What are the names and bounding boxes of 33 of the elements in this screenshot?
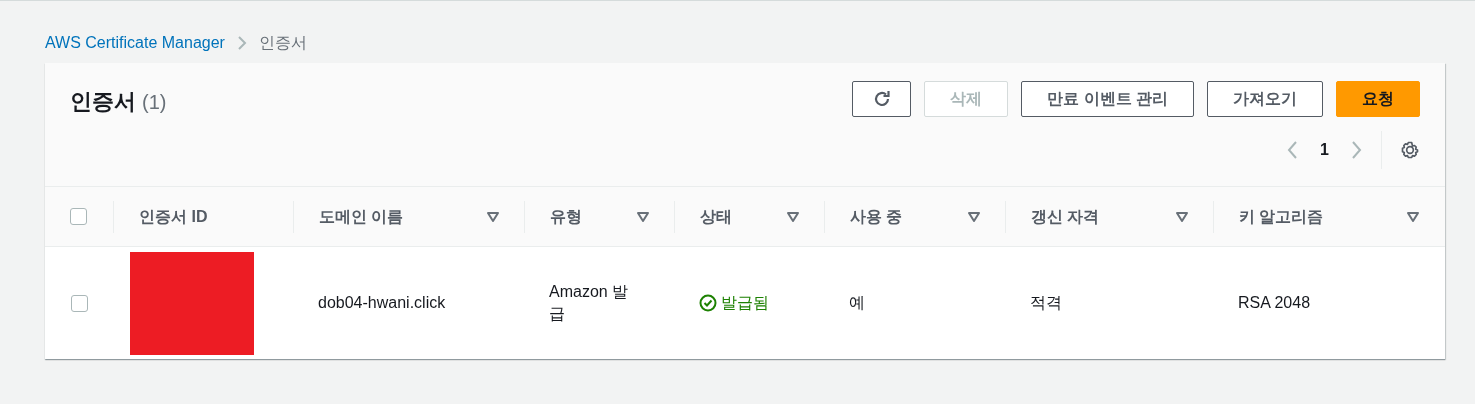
column-header[interactable]: 키 알고리즘	[1239, 204, 1324, 229]
table-cell: 예	[849, 294, 865, 311]
table-cell: RSA 2048	[1238, 294, 1311, 311]
panel-title: 인증서	[70, 88, 136, 116]
table-cell-text: Amazon 발급	[549, 282, 630, 324]
column-header: 인증서 ID	[139, 206, 208, 227]
check-circle-icon	[699, 294, 717, 312]
sort-icon[interactable]	[787, 211, 799, 222]
column-header[interactable]: 유형	[550, 204, 582, 229]
column-header[interactable]: 사용 중	[850, 204, 903, 229]
table-cell: 적격	[1030, 294, 1062, 311]
table-cell: dob04-hwani.click	[318, 294, 446, 311]
status-text: 발급됨	[721, 293, 769, 313]
checkbox[interactable]	[70, 294, 88, 312]
chevron-right-icon	[236, 35, 247, 51]
column-header[interactable]: 상태	[700, 204, 732, 229]
column-header[interactable]: 갱신 자격	[1031, 204, 1100, 229]
breadcrumb-link[interactable]: AWS Certificate Manager	[45, 31, 225, 55]
item-count: (1)	[142, 90, 167, 115]
breadcrumb-current: 인증서	[258, 33, 307, 53]
sort-icon[interactable]	[487, 211, 499, 222]
sort-icon[interactable]	[1176, 211, 1188, 222]
sort-icon[interactable]	[968, 211, 980, 222]
toolbar-button[interactable]: 만료 이벤트 관리	[1021, 81, 1194, 117]
sort-icon[interactable]	[1407, 211, 1419, 222]
column-header[interactable]: 도메인 이름	[319, 204, 404, 229]
refresh-button[interactable]	[852, 81, 912, 117]
page-number[interactable]: 1	[1320, 138, 1329, 162]
sort-icon[interactable]	[637, 211, 649, 222]
toolbar-button[interactable]: 가져오기	[1207, 81, 1323, 117]
settings-icon[interactable]	[1400, 140, 1420, 160]
checkbox[interactable]	[69, 208, 87, 225]
toolbar-button[interactable]: 요청	[1336, 81, 1420, 117]
